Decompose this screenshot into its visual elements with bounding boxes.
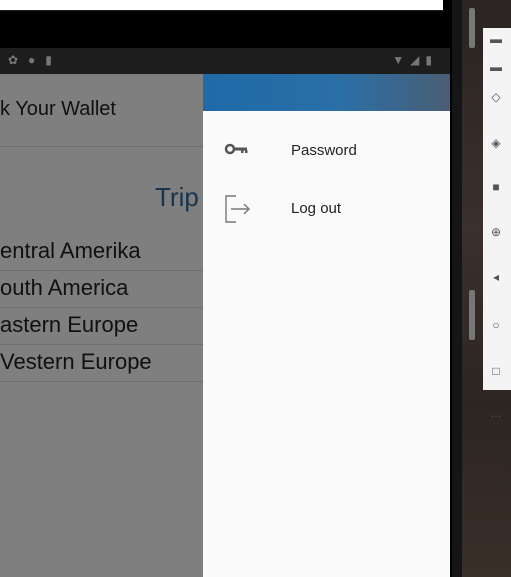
power-button xyxy=(469,290,475,340)
volume-button xyxy=(469,8,475,48)
menu-item-logout[interactable]: Log out xyxy=(203,194,450,224)
zoom-icon[interactable]: ⊕ xyxy=(489,225,503,239)
side-toolbar-panel: ▬ ▬ ◇ ◈ ■ ⊕ ◂ ○ □ … xyxy=(483,28,511,420)
navigation-drawer: Password Log out xyxy=(203,74,450,577)
phone-bezel xyxy=(452,0,462,577)
logout-icon xyxy=(225,195,250,223)
home-icon[interactable]: ○ xyxy=(489,318,503,332)
back-icon[interactable]: ◂ xyxy=(489,270,503,284)
menu-item-password[interactable]: Password xyxy=(203,136,450,166)
more-icon[interactable]: … xyxy=(489,406,503,420)
erase-icon[interactable]: ◈ xyxy=(489,136,503,150)
rotate-icon[interactable]: ◇ xyxy=(489,90,503,104)
phone-screen: ✿●▮ ▼◢▮ k Your Wallet Trip entral Amerik… xyxy=(0,48,450,577)
side-tool-icon-1[interactable]: ▬ xyxy=(489,32,503,46)
drawer-header xyxy=(203,74,450,111)
key-icon xyxy=(224,143,248,155)
menu-item-label: Password xyxy=(291,142,357,159)
side-tool-icon-2[interactable]: ▬ xyxy=(489,60,503,74)
camera-icon[interactable]: ■ xyxy=(489,180,503,194)
menu-item-label: Log out xyxy=(291,200,342,217)
overview-icon[interactable]: □ xyxy=(489,364,503,378)
top-window-strip xyxy=(0,0,443,11)
